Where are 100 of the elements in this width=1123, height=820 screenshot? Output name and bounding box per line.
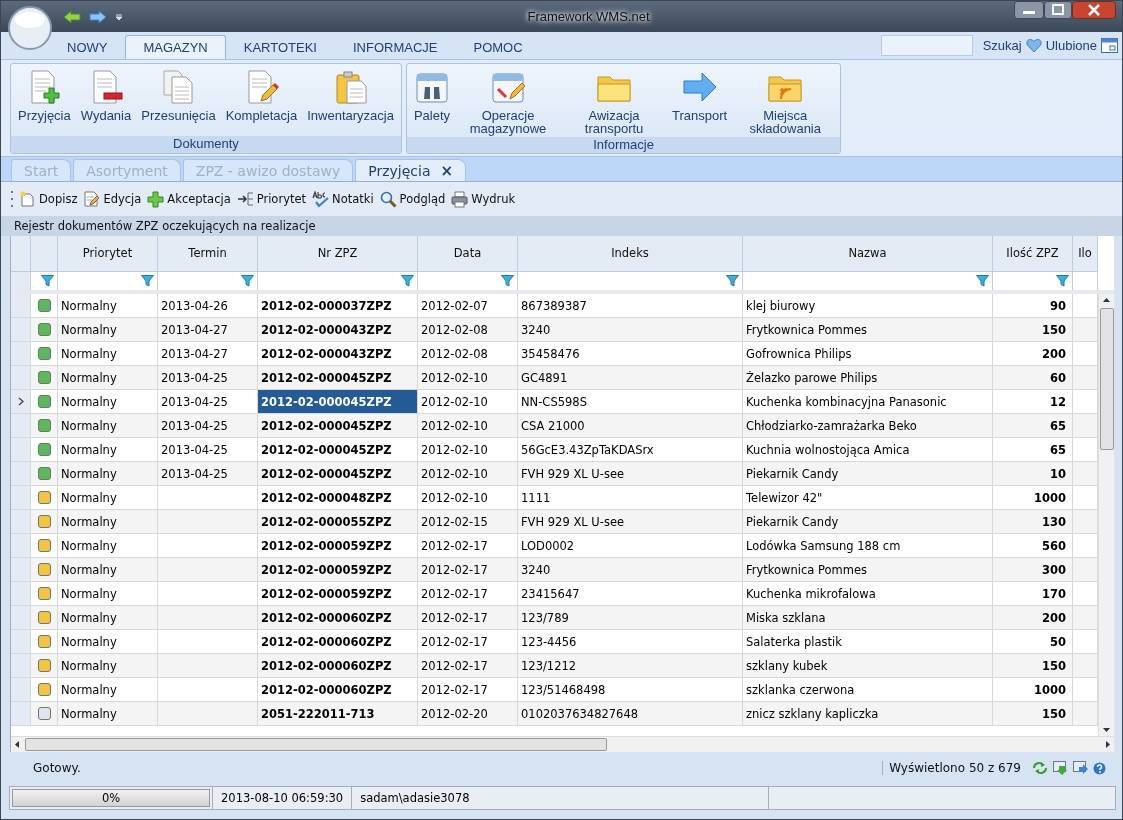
toolbar-button[interactable]: Notatki [311,188,375,210]
table-cell: 130 [993,510,1073,534]
scrollbar-thumb[interactable] [25,738,607,751]
toolbar-button[interactable]: Podgląd [378,188,447,210]
table-cell: 2012-02-08 [418,318,518,342]
table-cell [1073,606,1098,630]
toolbar-button[interactable]: Priorytet [235,188,308,210]
search-field[interactable] [880,35,973,56]
horizontal-scrollbar[interactable] [11,736,1114,752]
table-cell: 2012-02-000045ZPZ [258,390,418,414]
calendar-icon [1101,38,1118,53]
ribbon-button[interactable]: Palety [408,67,456,137]
table-cell: 2012-02-000045ZPZ [258,462,418,486]
column-header[interactable]: Priorytet [58,236,158,272]
filter-icon [401,275,414,287]
table-cell: 2012-02-20 [418,702,518,726]
table-cell: GC4891 [518,366,743,390]
ribbon-button[interactable]: Operacje magazynowe [455,67,562,137]
row-header-cell[interactable] [11,510,31,534]
dropdown-icon [115,12,123,21]
table-cell: Normalny [58,702,158,726]
row-header-cell[interactable] [11,534,31,558]
row-header-cell[interactable] [11,558,31,582]
document-tab[interactable]: Przyjęcia × [355,159,467,181]
row-header-cell[interactable] [11,438,31,462]
row-header-cell[interactable] [11,606,31,630]
spellcheck-icon [312,190,330,208]
table-cell: Normalny [58,606,158,630]
filter-icon [726,275,739,287]
row-header-cell[interactable] [11,582,31,606]
table-cell: Piekarnik Candy [743,462,993,486]
column-header[interactable]: Nr ZPZ [258,236,418,272]
ribbon-button[interactable]: Awizacja transportu [561,67,668,137]
table-cell [1073,558,1098,582]
column-header[interactable]: Ilo [1073,236,1098,272]
table-cell: 60 [993,366,1073,390]
row-header-cell[interactable] [11,486,31,510]
search-icon [379,190,397,208]
close-tab-button[interactable]: × [440,161,454,180]
row-header-cell[interactable] [11,294,31,318]
column-header[interactable]: Data [418,236,518,272]
ribbon-tab[interactable]: MAGAZYN [125,35,226,59]
ribbon-button[interactable]: Przyjęcia [13,67,76,136]
row-header-cell[interactable] [11,342,31,366]
row-header-cell[interactable] [11,366,31,390]
table-cell: Chłodziarko-zamrażarka Beko [743,414,993,438]
ribbon-button[interactable]: Transport [667,67,733,137]
row-header-cell[interactable] [11,678,31,702]
toolbar-button[interactable]: Dopisz [18,188,79,210]
ribbon-button[interactable]: Przesunięcia [136,67,221,136]
toolbar-button[interactable]: Akceptacja [146,188,232,210]
heart-icon [1025,38,1042,53]
row-header-cell[interactable] [11,630,31,654]
ribbon-tab[interactable]: POMOC [455,35,541,59]
row-header-cell[interactable] [11,390,31,414]
ribbon-tab[interactable]: NOWY [49,35,126,59]
table-cell: 10 [993,462,1073,486]
column-header[interactable]: Termin [158,236,258,272]
group-label: Dokumenty [11,136,401,153]
toolbar-button[interactable]: Wydruk [450,188,517,210]
forward-arrow-icon [89,9,107,24]
refresh-icon [1032,761,1048,775]
favorites-link[interactable]: Ulubione [1045,38,1097,53]
row-header-cell[interactable] [11,462,31,486]
column-header[interactable]: Nazwa [743,236,993,272]
ribbon-tab[interactable]: INFORMACJE [334,35,456,59]
ribbon-button[interactable]: Wydania [75,67,137,136]
back-arrow-icon [63,9,81,24]
ribbon-button[interactable]: Miejsca składowania [732,67,839,137]
filter-icon [241,275,254,287]
table-cell: Normalny [58,462,158,486]
table-cell: Normalny [58,414,158,438]
column-header[interactable]: Indeks [518,236,743,272]
table-cell: 2013-04-27 [158,318,258,342]
row-header-cell[interactable] [11,702,31,726]
row-header-cell[interactable] [11,654,31,678]
table-cell: 2012-02-000043ZPZ [258,318,418,342]
date-time: 2013-08-10 06:59:30 [212,787,352,809]
table-cell: 150 [993,318,1073,342]
priority-arrow-icon [236,190,254,208]
row-header-cell[interactable] [11,318,31,342]
row-header-cell[interactable] [11,414,31,438]
table-cell [1073,702,1098,726]
table-cell: 2013-04-25 [158,366,258,390]
search-link[interactable]: Szukaj [982,38,1022,53]
window-title: Framework WMS.net [526,9,651,24]
toolbar-button[interactable]: Edycja [82,188,143,210]
table-cell [1073,318,1098,342]
printer-icon [451,190,469,208]
ribbon-tab[interactable]: KARTOTEKI [225,35,335,59]
table-cell: Frytkownica Pommes [743,558,993,582]
vertical-scrollbar[interactable] [1098,294,1114,736]
group-label: Informacje [406,137,841,153]
scrollbar-thumb[interactable] [1099,308,1114,450]
ribbon-button[interactable]: Kompletacja [220,67,303,136]
table-cell: Frytkownica Pommes [743,318,993,342]
table-cell: 2012-02-000060ZPZ [258,606,418,630]
import-icon [1053,761,1068,775]
column-header[interactable]: Ilość ZPZ [993,236,1073,272]
ribbon-button[interactable]: Inwentaryzacja [302,67,399,136]
